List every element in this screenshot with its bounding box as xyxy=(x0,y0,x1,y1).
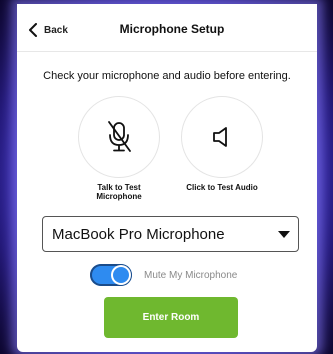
enter-room-button[interactable]: Enter Room xyxy=(104,297,238,338)
speaker-icon xyxy=(213,127,227,147)
microphone-off-icon xyxy=(108,121,131,152)
microphone-device-select[interactable]: MacBook Pro Microphone xyxy=(42,216,299,252)
caret-down-icon xyxy=(278,230,290,238)
microphone-setup-dialog: Back Microphone Setup Check your microph… xyxy=(17,4,317,352)
instruction-text: Check your microphone and audio before e… xyxy=(43,70,291,82)
test-microphone-label: Talk to Test Microphone xyxy=(69,183,169,201)
mute-row: Mute My Microphone xyxy=(90,264,237,286)
test-microphone-label-line1: Talk to Test xyxy=(97,183,141,192)
mute-toggle[interactable] xyxy=(90,264,132,286)
test-audio-button[interactable] xyxy=(181,96,263,178)
test-audio-label: Click to Test Audio xyxy=(186,183,258,192)
dialog-header: Back Microphone Setup xyxy=(17,4,317,52)
selected-device: MacBook Pro Microphone xyxy=(52,225,225,243)
page-title: Microphone Setup xyxy=(119,22,225,36)
test-microphone-label-line2: Microphone xyxy=(96,192,142,201)
test-microphone-button[interactable] xyxy=(78,96,160,178)
toggle-knob xyxy=(113,267,129,283)
mute-label: Mute My Microphone xyxy=(144,269,238,281)
